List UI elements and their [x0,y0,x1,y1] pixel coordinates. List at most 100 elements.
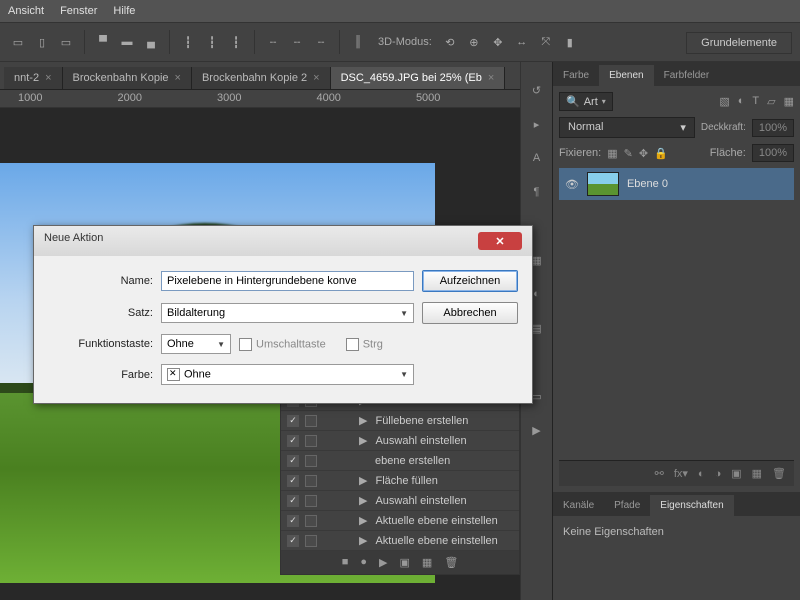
close-icon[interactable]: × [313,72,319,84]
slide-icon[interactable]: ↔ [512,32,532,52]
layer-thumbnail[interactable] [587,172,619,196]
action-row[interactable]: ✓▶Auswahl einstellen [281,431,519,451]
play-icon[interactable]: ▶ [379,556,387,569]
action-row[interactable]: ✓▶Aktuelle ebene einstellen [281,511,519,531]
align-bottom-icon[interactable]: ▄ [141,32,161,52]
align-top-icon[interactable]: ▀ [93,32,113,52]
filter-smart-icon[interactable]: ▦ [784,95,794,108]
filter-shape-icon[interactable]: ▱ [767,95,775,108]
fill-value[interactable]: 100% [752,144,794,162]
lock-transparency-icon[interactable]: ▦ [607,147,617,160]
action-row[interactable]: ✓▶Füllebene erstellen [281,411,519,431]
opacity-value[interactable]: 100% [752,119,794,137]
trash-icon[interactable]: 🗑 [444,556,458,569]
action-row[interactable]: ✓▶Auswahl einstellen [281,491,519,511]
paragraph-icon[interactable]: ¶ [527,182,547,202]
blend-mode-select[interactable]: Normal▾ [559,117,695,138]
adjustment-icon[interactable]: ◑ [715,468,722,480]
dialog-toggle[interactable] [305,495,317,507]
dialog-toggle[interactable] [305,475,317,487]
filter-adjust-icon[interactable]: ◐ [738,95,745,108]
expand-icon[interactable]: ▶ [359,434,367,447]
character-icon[interactable]: A [527,148,547,168]
dialog-toggle[interactable] [305,435,317,447]
auto-align-icon[interactable]: ║ [348,32,368,52]
check-icon[interactable]: ✓ [287,415,299,427]
check-icon[interactable]: ✓ [287,535,299,547]
distribute-v3-icon[interactable]: ╌ [311,32,331,52]
expand-icon[interactable]: ▶ [359,414,367,427]
menu-ansicht[interactable]: Ansicht [8,5,44,17]
actions-icon[interactable]: ▸ [527,114,547,134]
close-icon[interactable]: × [175,72,181,84]
expand-icon[interactable]: ▶ [359,534,367,547]
distribute-h2-icon[interactable]: ┇ [202,32,222,52]
dialog-toggle[interactable] [305,415,317,427]
distribute-v-icon[interactable]: ╌ [263,32,283,52]
name-input[interactable] [161,271,414,291]
new-set-icon[interactable]: ▣ [400,556,410,569]
distribute-h3-icon[interactable]: ┇ [226,32,246,52]
record-button[interactable]: Aufzeichnen [422,270,518,292]
lock-all-icon[interactable]: 🔒 [654,147,668,160]
layer-name[interactable]: Ebene 0 [627,178,668,190]
workspace-button[interactable]: Grundelemente [686,32,792,54]
check-icon[interactable]: ✓ [287,435,299,447]
distribute-h-icon[interactable]: ┇ [178,32,198,52]
expand-icon[interactable]: ▶ [359,494,367,507]
align-right-icon[interactable]: ▭ [56,32,76,52]
stop-icon[interactable]: ■ [342,556,349,569]
check-icon[interactable]: ✓ [287,455,299,467]
action-row[interactable]: ✓▶Fläche füllen [281,471,519,491]
lock-pixels-icon[interactable]: ✎ [624,147,633,160]
check-icon[interactable]: ✓ [287,495,299,507]
mask-icon[interactable]: ◐ [698,468,705,480]
fx-icon[interactable]: fx▾ [674,467,688,480]
new-action-icon[interactable]: ▦ [422,556,432,569]
dialog-toggle[interactable] [305,455,317,467]
fkey-select[interactable]: Ohne▼ [161,334,231,354]
doc-tab[interactable]: Brockenbahn Kopie× [63,67,192,89]
satz-select[interactable]: Bildalterung▼ [161,303,414,323]
expand-icon[interactable]: ▶ [359,514,367,527]
play-icon[interactable]: ▶ [527,420,547,440]
scale-icon[interactable]: ⤧ [536,32,556,52]
menu-hilfe[interactable]: Hilfe [113,5,135,17]
roll-icon[interactable]: ⊕ [464,32,484,52]
align-center-h-icon[interactable]: ▯ [32,32,52,52]
tab-pfade[interactable]: Pfade [604,495,650,516]
check-icon[interactable]: ✓ [287,515,299,527]
check-icon[interactable]: ✓ [287,475,299,487]
layer-row[interactable]: 👁 Ebene 0 [559,168,794,200]
close-icon[interactable]: × [488,72,494,84]
action-row[interactable]: ✓▶Aktuelle ebene einstellen [281,531,519,551]
doc-tab-active[interactable]: DSC_4659.JPG bei 25% (Eb× [331,67,506,89]
close-button[interactable]: ✕ [478,232,522,250]
trash-icon[interactable]: 🗑 [772,467,786,480]
cancel-button[interactable]: Abbrechen [422,302,518,324]
farbe-select[interactable]: Ohne▼ [161,364,414,385]
tab-ebenen[interactable]: Ebenen [599,65,653,86]
close-icon[interactable]: × [45,72,51,84]
group-icon[interactable]: ▣ [731,467,741,480]
filter-pixel-icon[interactable]: ▧ [719,95,729,108]
history-icon[interactable]: ↺ [527,80,547,100]
shift-checkbox[interactable]: Umschalttaste [239,338,326,351]
filter-type-icon[interactable]: T [752,95,759,108]
doc-tab[interactable]: nnt-2× [4,67,63,89]
lock-position-icon[interactable]: ✥ [639,147,648,160]
dialog-titlebar[interactable]: Neue Aktion ✕ [34,226,532,256]
dialog-toggle[interactable] [305,515,317,527]
tab-farbfelder[interactable]: Farbfelder [654,65,720,86]
tab-farbe[interactable]: Farbe [553,65,599,86]
align-left-icon[interactable]: ▭ [8,32,28,52]
ctrl-checkbox[interactable]: Strg [346,338,383,351]
distribute-v2-icon[interactable]: ╌ [287,32,307,52]
pan-icon[interactable]: ✥ [488,32,508,52]
menu-fenster[interactable]: Fenster [60,5,97,17]
doc-tab[interactable]: Brockenbahn Kopie 2× [192,67,331,89]
visibility-icon[interactable]: 👁 [565,178,579,191]
dialog-toggle[interactable] [305,535,317,547]
align-middle-icon[interactable]: ▬ [117,32,137,52]
action-row[interactable]: ✓ebene erstellen [281,451,519,471]
